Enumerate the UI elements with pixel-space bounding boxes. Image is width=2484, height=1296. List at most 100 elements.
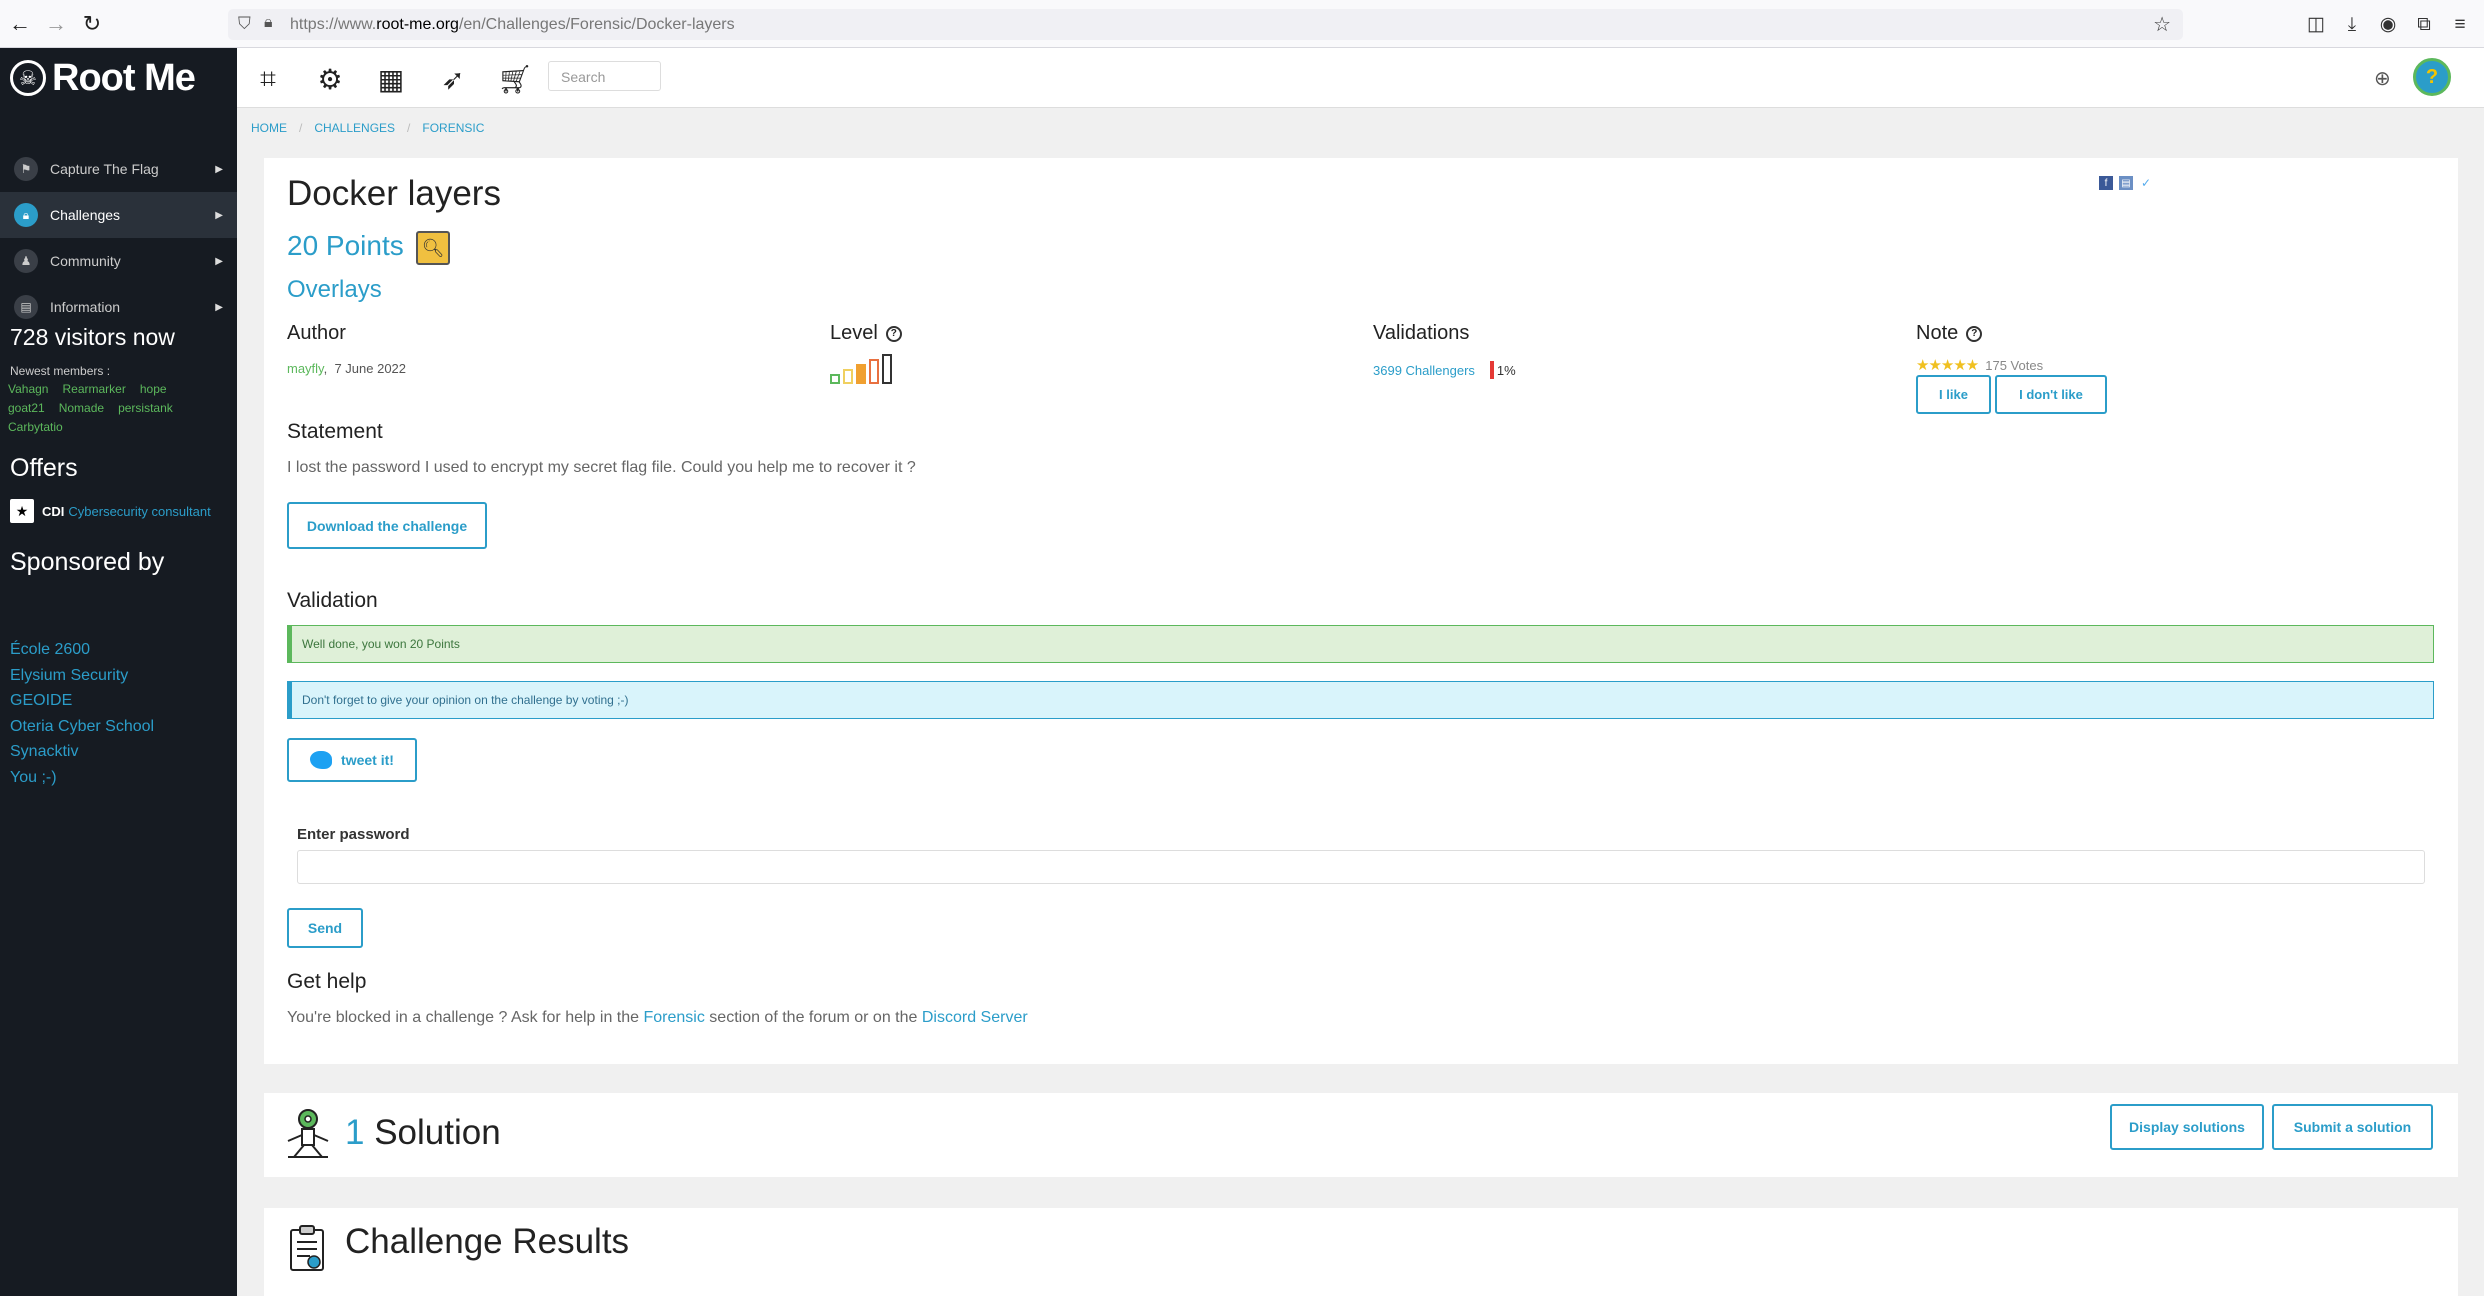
challenge-category-link[interactable]: Overlays — [287, 276, 382, 304]
radar-nav-icon[interactable]: ➶ — [436, 62, 470, 96]
member-link[interactable]: Vahagn — [8, 380, 48, 399]
success-alert: Well done, you won 20 Points — [287, 625, 2434, 663]
sidebar: ☠ Root Me ⚑ Capture The Flag ▶ 🔒︎ Challe… — [0, 48, 237, 1296]
sponsor-link[interactable]: École 2600 — [10, 637, 154, 663]
lock-icon: 🔒︎ — [14, 203, 38, 227]
tracking-shield-icon[interactable]: ⛉ — [238, 14, 251, 34]
sponsor-link[interactable]: Oteria Cyber School — [10, 714, 154, 740]
chevron-right-icon: ▶ — [215, 255, 223, 267]
sponsor-link[interactable]: GEOIDE — [10, 688, 154, 714]
get-help-heading: Get help — [287, 970, 367, 993]
reload-icon[interactable]: ↻ — [80, 12, 104, 36]
level-bar — [843, 369, 853, 384]
info-alert: Don't forget to give your opinion on the… — [287, 681, 2434, 719]
tweet-button[interactable]: tweet it! — [287, 738, 417, 782]
help-icon[interactable]: ? — [1966, 325, 1983, 342]
get-help-text: You're blocked in a challenge ? Ask for … — [287, 1009, 1028, 1026]
offer-title-link[interactable]: Cybersecurity consultant — [68, 504, 210, 519]
validations-info: 3699 Challengers 1% — [1373, 361, 1516, 379]
member-link[interactable]: Rearmarker — [62, 380, 125, 399]
bookmark-star-icon[interactable]: ☆ — [2153, 12, 2171, 37]
offers-heading: Offers — [10, 454, 78, 482]
breadcrumb-home[interactable]: HOME — [251, 121, 287, 135]
solutions-title: 1 Solution — [345, 1113, 501, 1152]
user-avatar[interactable]: ? — [2413, 58, 2451, 96]
menu-icon[interactable]: ≡ — [2448, 13, 2472, 37]
submit-solution-button[interactable]: Submit a solution — [2272, 1104, 2433, 1150]
level-bar — [869, 359, 879, 384]
download-challenge-button[interactable]: Download the challenge — [287, 502, 487, 549]
documents-nav-icon[interactable]: ▦ — [374, 62, 408, 96]
breadcrumb-challenges[interactable]: CHALLENGES — [314, 121, 395, 135]
forensic-badge-icon: 🔍︎ — [416, 231, 450, 265]
dislike-button[interactable]: I don't like — [1995, 375, 2107, 414]
network-nav-icon[interactable]: ⚙ — [313, 62, 347, 96]
url-bar[interactable]: ⛉ 🔒︎ https://www.root-me.org/en/Challeng… — [228, 9, 2183, 40]
challenge-title: Docker layers — [287, 174, 501, 213]
discord-link[interactable]: Discord Server — [922, 1009, 1028, 1026]
browser-toolbar: ← → ↻ ⛉ 🔒︎ https://www.root-me.org/en/Ch… — [0, 0, 2484, 48]
site-header: ⌗ ⚙ ▦ ➶ 🛒︎ Search ⊕ ? — [237, 48, 2484, 108]
community-icon: ♟ — [14, 249, 38, 273]
sponsor-link[interactable]: Synacktiv — [10, 739, 154, 765]
author-heading: Author — [287, 322, 346, 344]
level-heading: Level? — [830, 322, 902, 345]
twitter-icon[interactable]: ✓ — [2139, 176, 2153, 190]
sidebar-item-community[interactable]: ♟ Community ▶ — [0, 238, 237, 284]
rootme-logo[interactable]: ☠ Root Me — [10, 56, 196, 100]
solutions-card: 1 Solution Display solutions Submit a so… — [264, 1093, 2458, 1177]
lock-icon[interactable]: 🔒︎ — [264, 14, 273, 32]
chevron-right-icon: ▶ — [215, 301, 223, 313]
challengers-link[interactable]: 3699 Challengers — [1373, 363, 1475, 378]
breadcrumb-separator: / — [407, 121, 411, 135]
sponsor-link[interactable]: You ;-) — [10, 765, 154, 791]
facebook-icon[interactable]: f — [2099, 176, 2113, 190]
member-link[interactable]: goat21 — [8, 399, 45, 418]
member-link[interactable]: Carbytatio — [8, 418, 63, 437]
extensions-icon[interactable]: ⧉ — [2412, 13, 2436, 37]
book-icon: ▤ — [14, 295, 38, 319]
member-link[interactable]: persistank — [118, 399, 173, 418]
language-globe-icon[interactable]: ⊕ — [2374, 66, 2391, 91]
flag-icon: ⚑ — [14, 157, 38, 181]
offer-item[interactable]: ★ CDI Cybersecurity consultant — [10, 498, 211, 524]
send-button[interactable]: Send — [287, 908, 363, 948]
share-icon[interactable]: ▤ — [2119, 176, 2133, 190]
display-solutions-button[interactable]: Display solutions — [2110, 1104, 2264, 1150]
twitter-bird-icon — [310, 751, 333, 769]
challenge-points: 20 Points — [287, 230, 404, 261]
search-input[interactable]: Search — [548, 61, 661, 91]
help-icon[interactable]: ? — [885, 325, 902, 342]
download-icon[interactable]: ⤓ — [2340, 13, 2364, 37]
forward-icon[interactable]: → — [44, 12, 68, 36]
challenges-nav-icon[interactable]: ⌗ — [251, 62, 285, 96]
validation-heading: Validation — [287, 589, 378, 612]
validation-rate-bar — [1489, 361, 1494, 379]
member-link[interactable]: Nomade — [59, 399, 104, 418]
url-text[interactable]: https://www.root-me.org/en/Challenges/Fo… — [290, 16, 735, 34]
password-input[interactable] — [297, 850, 2425, 884]
sidebar-item-label: Information — [50, 299, 121, 315]
visitors-count: 728 visitors now — [10, 324, 175, 350]
pocket-icon[interactable]: ◫ — [2304, 13, 2328, 37]
sponsor-link[interactable]: Elysium Security — [10, 663, 154, 689]
forum-link[interactable]: Forensic — [643, 1009, 704, 1026]
breadcrumb-forensic[interactable]: FORENSIC — [422, 121, 484, 135]
back-icon[interactable]: ← — [8, 12, 32, 36]
account-icon[interactable]: ◉ — [2376, 13, 2400, 37]
rating-info: ★★★★★ 175 Votes — [1916, 356, 2043, 374]
like-button[interactable]: I like — [1916, 375, 1991, 414]
breadcrumb: HOME / CHALLENGES / FORENSIC — [251, 121, 484, 135]
shop-cart-icon[interactable]: 🛒︎ — [497, 62, 533, 96]
sidebar-item-capture-the-flag[interactable]: ⚑ Capture The Flag ▶ — [0, 146, 237, 192]
clipboard-results-icon — [290, 1225, 324, 1271]
validation-percent: 1% — [1496, 362, 1516, 378]
company-logo-icon: ★ — [10, 499, 34, 523]
votes-count: 175 Votes — [1985, 357, 2044, 373]
chevron-right-icon: ▶ — [215, 209, 223, 221]
author-link[interactable]: mayfly — [287, 361, 324, 376]
sidebar-item-challenges[interactable]: 🔒︎ Challenges ▶ — [0, 192, 237, 238]
author-info: mayfly, 7 June 2022 — [287, 361, 407, 376]
sponsored-heading: Sponsored by — [10, 548, 165, 576]
member-link[interactable]: hope — [140, 380, 167, 399]
